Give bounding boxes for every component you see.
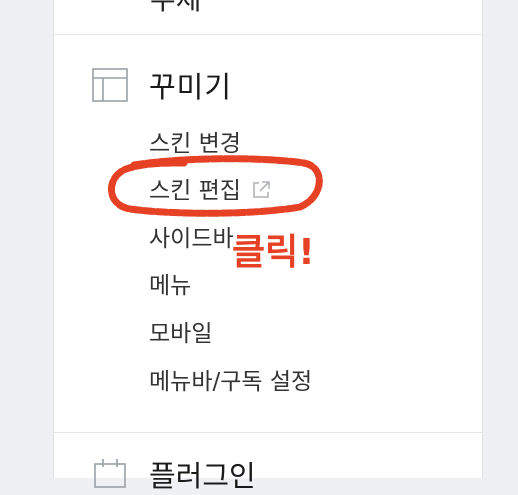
next-section-title: 플러그인 bbox=[149, 459, 256, 493]
menu-item-mobile[interactable]: 모바일 bbox=[149, 314, 212, 348]
previous-section-title: 주제 bbox=[150, 0, 202, 18]
menu-item-label: 메뉴 bbox=[149, 273, 192, 299]
menu-item-skin-edit[interactable]: 스킨 편집 bbox=[149, 171, 271, 205]
section-divider bbox=[54, 34, 482, 35]
menu-item-sidebar[interactable]: 사이드바 bbox=[149, 219, 234, 253]
menu-item-menu[interactable]: 메뉴 bbox=[149, 266, 191, 300]
menu-item-menubar-subscribe[interactable]: 메뉴바/구독 설정 bbox=[149, 362, 312, 396]
menu-item-label: 스킨 변경 bbox=[149, 131, 241, 157]
menu-item-label: 스킨 편집 bbox=[149, 178, 241, 204]
section-divider bbox=[54, 432, 482, 433]
stats-icon bbox=[92, 0, 130, 4]
section-title-customize: 꾸미기 bbox=[149, 70, 233, 104]
menu-item-label: 사이드바 bbox=[149, 226, 234, 252]
menu-item-skin-change[interactable]: 스킨 변경 bbox=[149, 124, 241, 158]
sidebar-panel: 주제 꾸미기 스킨 변경 스킨 편집 사이드바 메뉴 모바일 메뉴바/구독 설정… bbox=[53, 0, 483, 493]
menu-item-label: 메뉴바/구독 설정 bbox=[149, 369, 313, 395]
calendar-icon bbox=[94, 459, 126, 488]
external-link-icon bbox=[253, 181, 270, 198]
menu-item-label: 모바일 bbox=[149, 321, 213, 347]
layout-icon bbox=[92, 68, 128, 102]
